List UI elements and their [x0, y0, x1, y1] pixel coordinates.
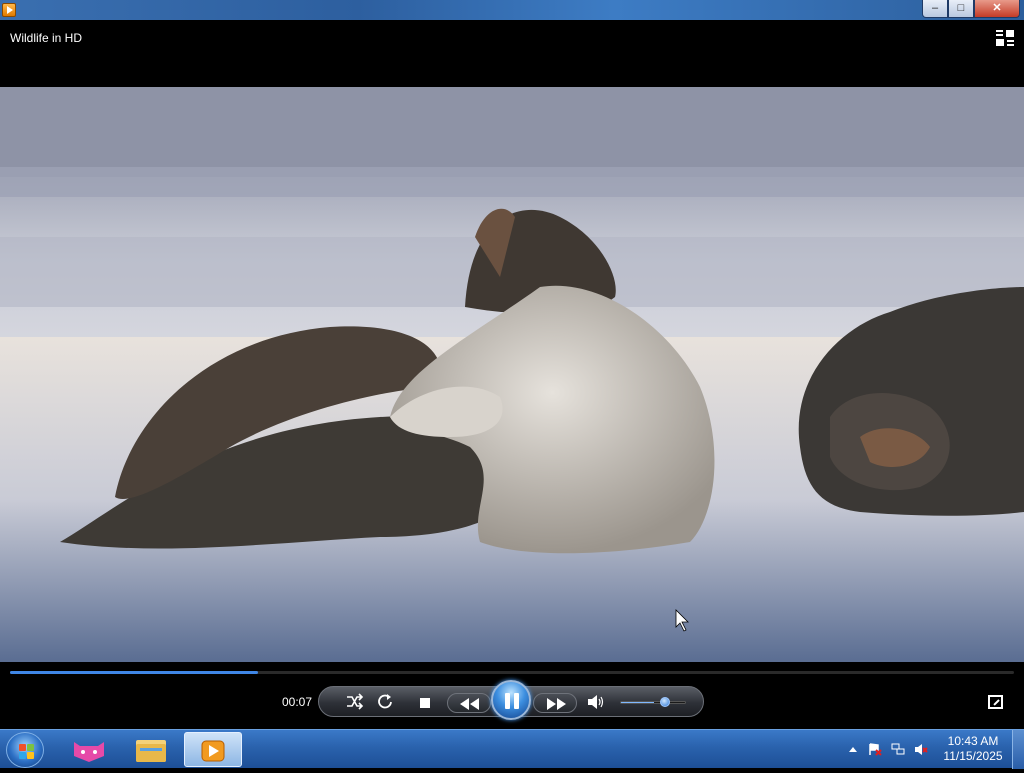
- network-icon[interactable]: [891, 743, 905, 756]
- minimize-button[interactable]: –: [922, 0, 948, 18]
- volume-level: [621, 702, 654, 703]
- windows-logo-blue: [19, 752, 26, 759]
- seek-bar[interactable]: [10, 671, 1014, 674]
- volume-muted-icon[interactable]: [914, 743, 928, 756]
- seek-bar-progress: [10, 671, 258, 674]
- media-title: Wildlife in HD: [10, 31, 83, 45]
- next-icon: [547, 698, 566, 710]
- windows-taskbar: 10:43 AM 11/15/2025: [0, 729, 1024, 769]
- clock-time: 10:43 AM: [947, 734, 999, 748]
- close-button[interactable]: ✕: [974, 0, 1020, 18]
- show-hidden-icons-icon[interactable]: [846, 743, 860, 756]
- windows-logo-green: [27, 744, 34, 751]
- next-button[interactable]: [533, 693, 577, 713]
- video-display[interactable]: [0, 87, 1024, 662]
- previous-button[interactable]: [447, 693, 491, 713]
- window-titlebar[interactable]: – □ ✕: [0, 0, 1024, 20]
- window-controls: – □ ✕: [922, 0, 1020, 18]
- start-button[interactable]: [6, 732, 44, 768]
- pause-icon: [505, 693, 510, 709]
- stop-icon: [420, 698, 430, 708]
- stop-button[interactable]: [413, 693, 437, 713]
- media-player-icon[interactable]: [184, 732, 242, 767]
- volume-slider[interactable]: [620, 701, 686, 704]
- previous-icon: [460, 698, 479, 710]
- windows-logo-red: [19, 744, 26, 751]
- cat-app-icon[interactable]: [60, 732, 118, 767]
- clock-date: 11/15/2025: [943, 749, 1003, 763]
- maximize-button[interactable]: □: [948, 0, 974, 18]
- system-clock[interactable]: 10:43 AM 11/15/2025: [940, 734, 1006, 764]
- media-player-app-icon[interactable]: [2, 3, 16, 17]
- action-center-flag-icon[interactable]: [868, 743, 882, 756]
- speaker-icon[interactable]: [585, 692, 607, 712]
- volume-slider-thumb[interactable]: [660, 697, 670, 707]
- switch-to-library-icon[interactable]: [996, 30, 1014, 46]
- show-desktop-button[interactable]: [1012, 730, 1024, 769]
- pause-button[interactable]: [491, 680, 531, 720]
- repeat-icon[interactable]: [374, 692, 396, 712]
- file-explorer-icon[interactable]: [122, 732, 180, 767]
- fullscreen-icon[interactable]: [988, 695, 1003, 709]
- pause-icon-bar: [514, 693, 519, 709]
- shuffle-icon[interactable]: [343, 692, 365, 712]
- elapsed-time: 00:07: [281, 695, 312, 709]
- video-frame-seals: [0, 87, 1024, 662]
- windows-logo-yellow: [27, 752, 34, 759]
